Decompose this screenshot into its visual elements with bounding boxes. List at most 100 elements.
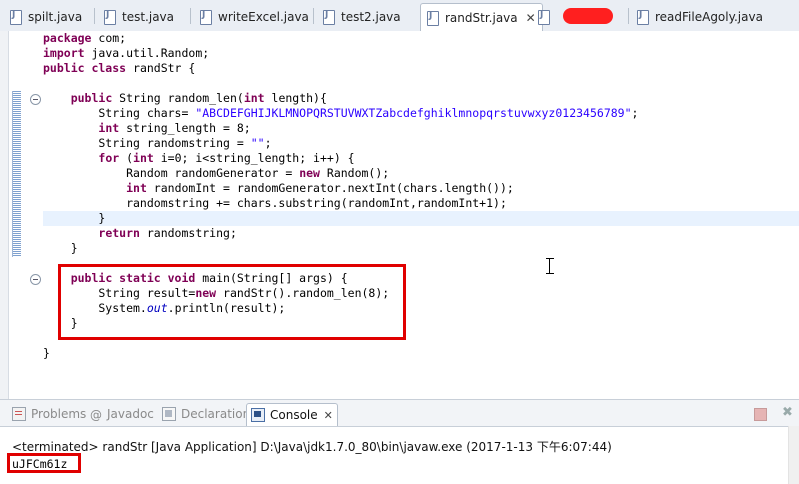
code-token: int xyxy=(133,151,154,165)
tab-javadoc[interactable]: @ Javadoc xyxy=(90,405,154,423)
terminate-icon[interactable] xyxy=(754,408,767,421)
redaction-mark xyxy=(563,8,613,24)
at-icon: @ xyxy=(90,408,102,422)
tab-declaration[interactable]: Declaration xyxy=(162,405,250,423)
code-line[interactable]: public class randStr { xyxy=(43,61,799,76)
code-token: int xyxy=(98,121,120,135)
tab-problems[interactable]: Problems xyxy=(12,405,86,423)
tab-separator xyxy=(313,8,314,24)
code-token: } xyxy=(43,346,50,360)
code-token: "ABCDEFGHIJKLMNOPQRSTUVWXTZabcdefghiklmn… xyxy=(195,106,632,120)
code-token: java.util.Random; xyxy=(84,46,210,60)
tab-separator xyxy=(94,8,95,24)
console-launch-info: <terminated> randStr [Java Application] … xyxy=(12,440,612,454)
change-ruler xyxy=(12,91,21,257)
tab-label: readFileAgoly.java xyxy=(655,10,763,24)
code-token: String chars= xyxy=(43,106,196,120)
tab-writeexcel-java[interactable]: J writeExcel.java xyxy=(200,4,309,30)
code-line[interactable]: } xyxy=(43,346,799,361)
code-token: public xyxy=(70,91,113,105)
code-token: package xyxy=(43,31,92,45)
tab-spilt-java[interactable]: J spilt.java xyxy=(10,4,82,30)
tab-readfileagoly-java[interactable]: J readFileAgoly.java xyxy=(637,4,763,30)
code-line[interactable]: String randomstring = ""; xyxy=(43,136,799,151)
java-file-icon: J xyxy=(200,10,212,25)
java-file-icon: J xyxy=(427,11,439,26)
code-token: "" xyxy=(250,136,265,150)
code-token: } xyxy=(43,241,78,255)
code-token: i=0; i<string_length; i++) { xyxy=(153,151,355,165)
annotation-box-main xyxy=(58,264,406,340)
code-token: for xyxy=(98,151,120,165)
java-file-icon: J xyxy=(10,10,22,25)
console-view-panel: Problems @ Javadoc Declaration Console ✕… xyxy=(0,399,799,484)
editor-tab-bar: J spilt.java J test.java J writeExcel.ja… xyxy=(0,0,799,32)
tab-test-java[interactable]: J test.java xyxy=(104,4,174,30)
fold-collapse-icon[interactable] xyxy=(30,94,41,105)
tab-label: writeExcel.java xyxy=(218,10,309,24)
code-token: ; xyxy=(631,106,639,120)
code-line[interactable]: int string_length = 8; xyxy=(43,121,799,136)
problems-icon xyxy=(12,407,26,421)
view-tab-label: Problems xyxy=(31,407,87,421)
code-token: string_length = 8; xyxy=(119,121,251,135)
tab-separator xyxy=(190,8,191,24)
console-icon xyxy=(251,408,265,422)
tab-label: randStr.java xyxy=(445,11,518,25)
code-token: randomstring; xyxy=(139,226,237,240)
code-token: randomstring += chars.substring(randomIn… xyxy=(43,196,507,210)
code-token: ( xyxy=(119,151,134,165)
remove-launch-icon[interactable]: ✖ xyxy=(782,406,796,420)
code-token: String random_len( xyxy=(112,91,244,105)
tab-test2-java[interactable]: J test2.java xyxy=(323,4,401,30)
code-line[interactable]: Random randomGenerator = new Random(); xyxy=(43,166,799,181)
code-token: } xyxy=(43,211,106,225)
tab-redacted-file[interactable]: J xyxy=(538,4,556,30)
view-tab-label: Declaration xyxy=(181,407,251,421)
code-editor[interactable]: package com; import java.util.Random; publ… xyxy=(0,31,799,422)
code-token: Random(); xyxy=(319,166,390,180)
code-token: new xyxy=(299,166,320,180)
code-token: String randomstring = xyxy=(43,136,251,150)
code-token: com; xyxy=(91,31,127,45)
code-token: randomInt = randomGenerator.nextInt(char… xyxy=(146,181,514,195)
code-token: import xyxy=(43,46,85,60)
code-token: Random randomGenerator = xyxy=(43,166,300,180)
java-file-icon: J xyxy=(538,10,550,25)
code-line[interactable]: randomstring += chars.substring(randomIn… xyxy=(43,196,799,211)
code-line[interactable]: package com; xyxy=(43,31,799,46)
code-line[interactable]: return randomstring; xyxy=(43,226,799,241)
tab-separator xyxy=(628,8,629,24)
code-line[interactable]: } xyxy=(43,211,799,226)
tab-label: spilt.java xyxy=(28,10,83,24)
tab-label: test2.java xyxy=(341,10,401,24)
code-token: int xyxy=(243,91,265,105)
close-icon[interactable]: ✕ xyxy=(526,11,536,25)
code-line[interactable]: import java.util.Random; xyxy=(43,46,799,61)
java-file-icon: J xyxy=(323,10,335,25)
code-line[interactable]: public String random_len(int length){ xyxy=(43,91,799,106)
code-token: int xyxy=(126,181,147,195)
view-tab-bar: Problems @ Javadoc Declaration Console ✕… xyxy=(0,400,799,427)
tab-console[interactable]: Console ✕ xyxy=(246,403,338,426)
editor-left-gutter xyxy=(0,31,9,399)
code-line[interactable]: String chars= "ABCDEFGHIJKLMNOPQRSTUVWXT… xyxy=(43,106,799,121)
close-icon[interactable]: ✕ xyxy=(324,409,333,422)
view-tab-label: Javadoc xyxy=(107,407,154,421)
code-line[interactable]: } xyxy=(43,241,799,256)
annotation-box-output xyxy=(7,453,81,473)
fold-collapse-icon[interactable] xyxy=(30,274,41,285)
vertical-scrollbar[interactable] xyxy=(788,426,799,484)
code-line[interactable]: for (int i=0; i<string_length; i++) { xyxy=(43,151,799,166)
view-tab-label: Console xyxy=(270,408,318,422)
declaration-icon xyxy=(162,407,176,421)
code-line[interactable]: int randomInt = randomGenerator.nextInt(… xyxy=(43,181,799,196)
java-file-icon: J xyxy=(637,10,649,25)
code-line[interactable] xyxy=(43,76,799,91)
tab-randstr-java[interactable]: J randStr.java ✕ xyxy=(420,3,543,32)
